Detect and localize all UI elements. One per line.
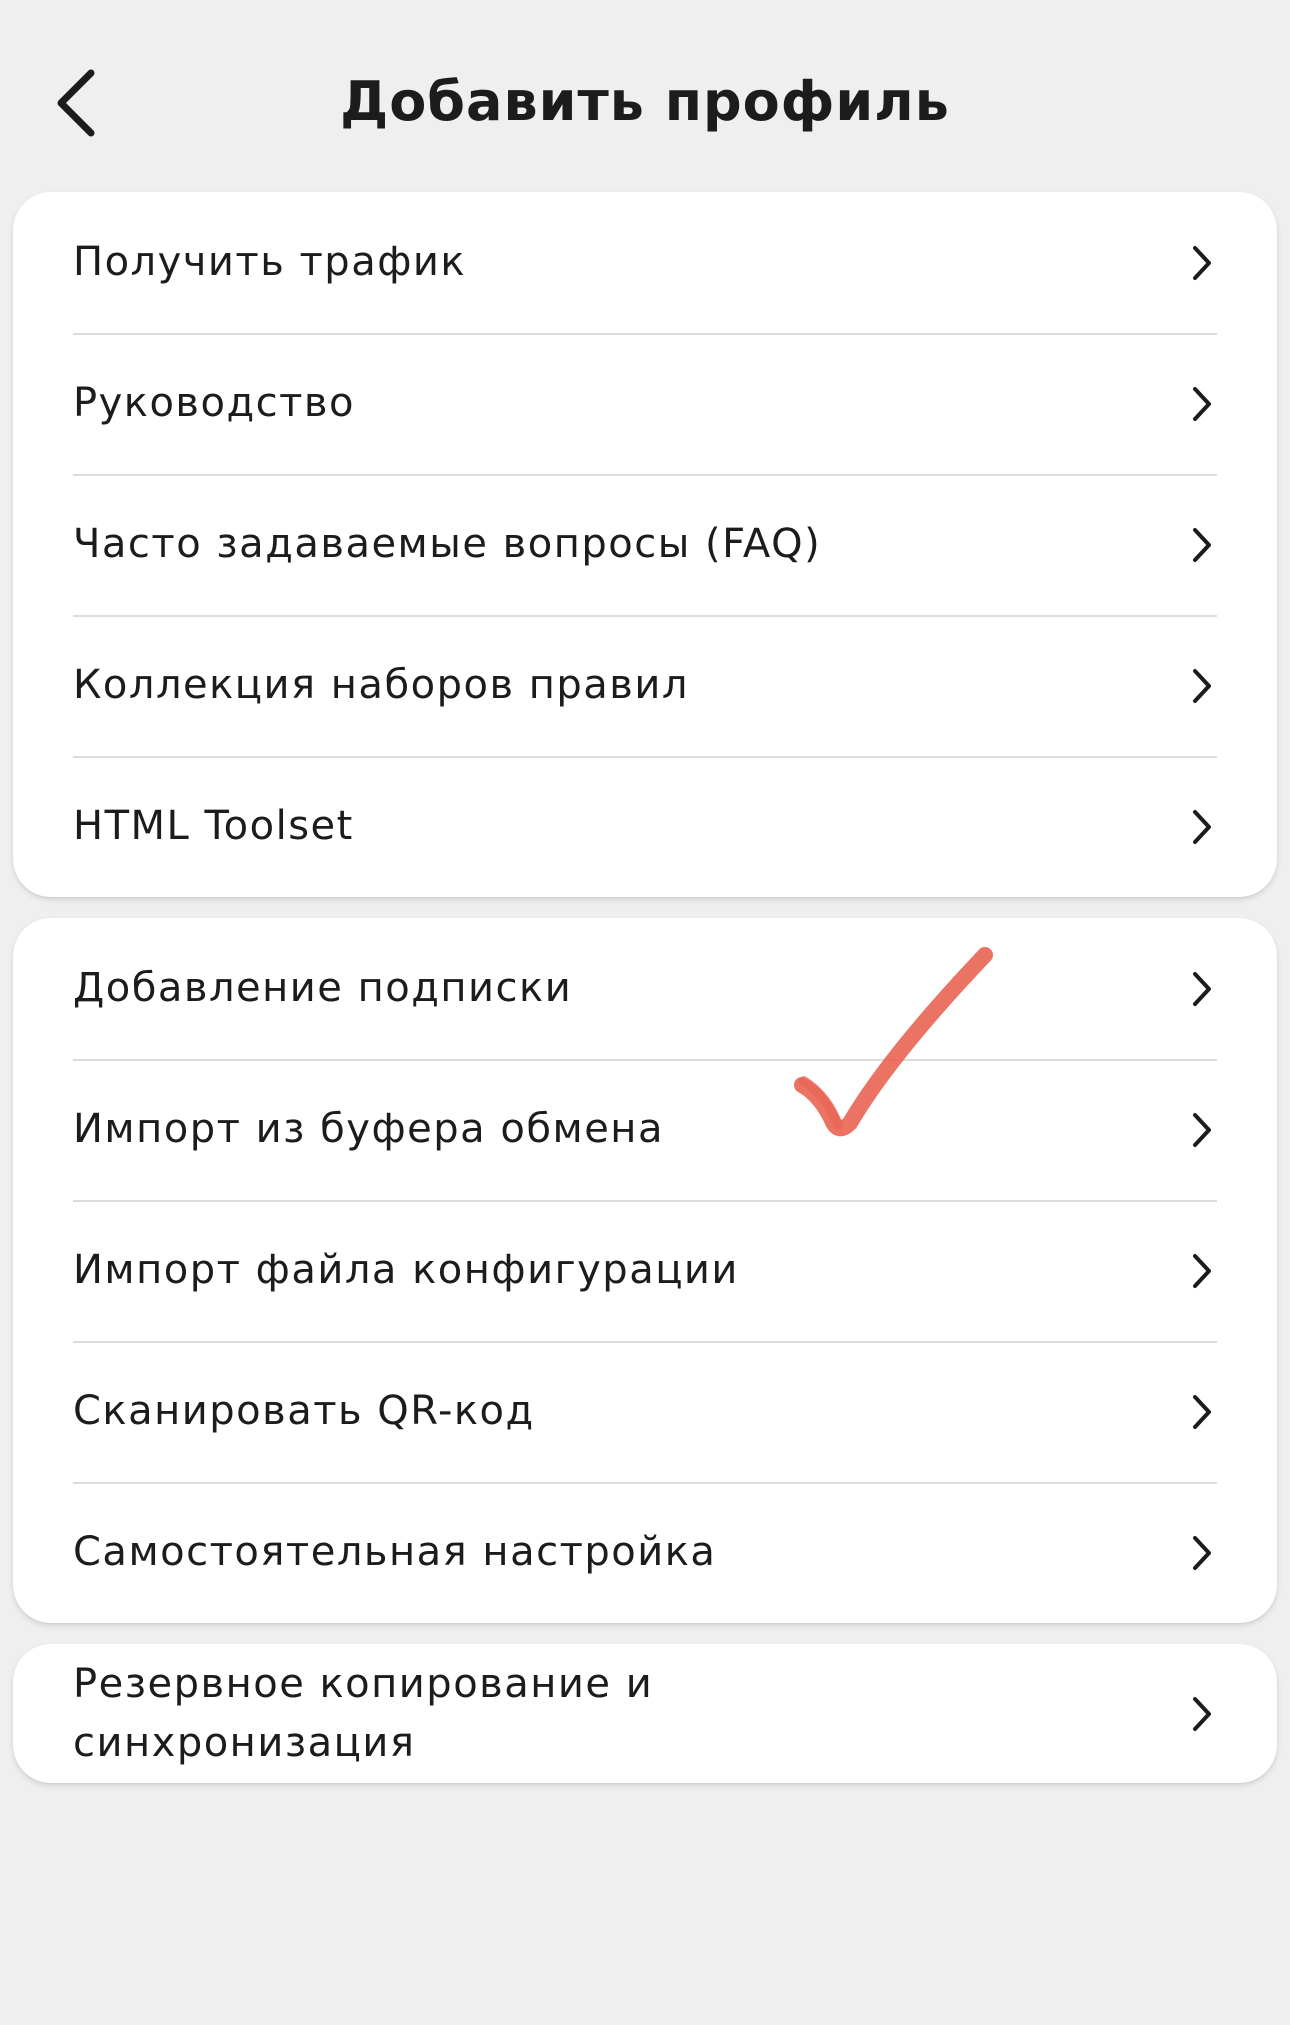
menu-item-label: Часто задаваемые вопросы (FAQ) [73,521,822,567]
menu-item-get-traffic[interactable]: Получить трафик [13,192,1277,333]
chevron-right-icon [1187,663,1217,709]
menu-group-resources: Получить трафик Руководство Часто задава… [13,192,1277,897]
chevron-right-icon [1187,966,1217,1012]
page-title: Добавить профиль [340,70,950,133]
menu-item-faq[interactable]: Часто задаваемые вопросы (FAQ) [13,474,1277,615]
menu-item-backup-sync[interactable]: Резервное копирование и синхронизация [13,1644,1277,1783]
menu-item-import-clipboard[interactable]: Импорт из буфера обмена [13,1059,1277,1200]
menu-item-label: Коллекция наборов правил [73,662,689,708]
menu-item-scan-qr[interactable]: Сканировать QR-код [13,1341,1277,1482]
chevron-right-icon [1187,381,1217,427]
chevron-right-icon [1187,1530,1217,1576]
menu-item-label: Импорт из буфера обмена [73,1106,664,1152]
menu-group-backup: Резервное копирование и синхронизация [13,1644,1277,1783]
menu-item-label: HTML Toolset [73,803,354,849]
menu-item-manual-setup[interactable]: Самостоятельная настройка [13,1482,1277,1623]
menu-item-label: Добавление подписки [73,965,573,1011]
chevron-right-icon [1187,1248,1217,1294]
chevron-right-icon [1187,1691,1217,1737]
chevron-right-icon [1187,522,1217,568]
menu-item-label: Получить трафик [73,239,467,285]
menu-item-label: Самостоятельная настройка [73,1529,717,1575]
menu-group-import: Добавление подписки Импорт из буфера обм… [13,918,1277,1623]
menu-item-guide[interactable]: Руководство [13,333,1277,474]
menu-item-html-toolset[interactable]: HTML Toolset [13,756,1277,897]
chevron-right-icon [1187,1389,1217,1435]
menu-item-label: Сканировать QR-код [73,1388,535,1434]
menu-item-ruleset-collection[interactable]: Коллекция наборов правил [13,615,1277,756]
menu-item-label: Импорт файла конфигурации [73,1247,739,1293]
chevron-right-icon [1187,804,1217,850]
menu-item-import-config-file[interactable]: Импорт файла конфигурации [13,1200,1277,1341]
menu-item-label: Резервное копирование и синхронизация [73,1660,654,1766]
chevron-right-icon [1187,1107,1217,1153]
chevron-right-icon [1187,240,1217,286]
menu-item-label: Руководство [73,380,355,426]
menu-item-add-subscription[interactable]: Добавление подписки [13,918,1277,1059]
header: Добавить профиль [0,0,1290,190]
